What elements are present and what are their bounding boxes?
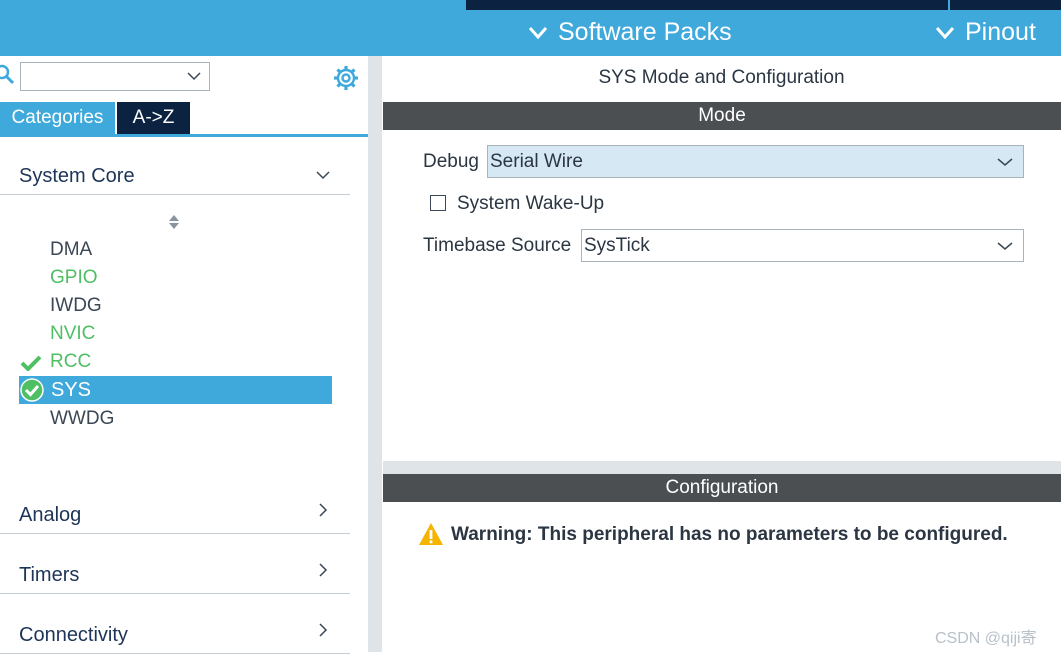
peripheral-item-wwdg[interactable]: WWDG — [50, 406, 114, 432]
gear-icon[interactable] — [332, 64, 360, 92]
warning-icon — [419, 523, 443, 545]
checkmark-icon — [20, 355, 42, 371]
check-circle-icon — [20, 378, 44, 402]
section-analog[interactable]: Analog — [0, 493, 350, 534]
chevron-down-icon — [316, 171, 330, 180]
chevron-right-icon — [319, 563, 328, 577]
chevron-down-icon — [997, 158, 1013, 166]
section-label: Analog — [19, 504, 82, 526]
system-wakeup-checkbox[interactable] — [430, 195, 446, 211]
timebase-label: Timebase Source — [423, 235, 572, 256]
pinout-menu[interactable]: Pinout — [935, 18, 1036, 47]
section-divider[interactable] — [383, 461, 1061, 474]
timebase-select[interactable]: SysTick — [581, 229, 1024, 262]
debug-value: Serial Wire — [490, 151, 583, 172]
top-tab-dark[interactable] — [466, 0, 948, 10]
chevron-right-icon — [319, 503, 328, 517]
section-label: Connectivity — [19, 624, 128, 646]
sys-label: SYS — [51, 379, 92, 401]
mode-header: Mode — [383, 102, 1061, 130]
chevron-down-icon — [528, 26, 548, 39]
search-input[interactable] — [20, 62, 210, 91]
section-label: Timers — [19, 564, 80, 586]
page-title: SYS Mode and Configuration — [598, 67, 845, 88]
pinout-label: Pinout — [965, 18, 1036, 46]
panel-splitter[interactable] — [368, 56, 382, 652]
chevron-right-icon — [319, 623, 328, 637]
section-label: System Core — [19, 165, 135, 187]
section-timers[interactable]: Timers — [0, 553, 350, 594]
search-icon[interactable] — [0, 64, 16, 86]
peripheral-item-dma[interactable]: DMA — [50, 237, 92, 263]
section-system-core[interactable]: System Core — [0, 154, 350, 195]
warning-message: Warning: This peripheral has no paramete… — [451, 524, 1008, 545]
peripheral-item-rcc[interactable]: RCC — [50, 349, 91, 375]
configuration-header: Configuration — [383, 474, 1061, 502]
watermark: CSDN @qiji寄 — [935, 630, 1037, 647]
peripheral-item-iwdg[interactable]: IWDG — [50, 293, 102, 319]
peripheral-item-nvic[interactable]: NVIC — [50, 321, 95, 347]
debug-select[interactable]: Serial Wire — [487, 145, 1024, 178]
tab-a-to-z[interactable]: A->Z — [117, 102, 190, 134]
peripheral-item-gpio[interactable]: GPIO — [50, 265, 98, 291]
system-wakeup-label: System Wake-Up — [457, 193, 605, 214]
software-packs-menu[interactable]: Software Packs — [528, 18, 732, 47]
section-connectivity[interactable]: Connectivity — [0, 613, 350, 654]
sort-icon[interactable] — [168, 213, 180, 231]
tab-categories[interactable]: Categories — [0, 102, 115, 134]
chevron-down-icon[interactable] — [187, 71, 201, 81]
peripheral-item-sys[interactable]: SYS — [19, 376, 332, 404]
top-tab-dark[interactable] — [950, 0, 1061, 10]
chevron-down-icon — [935, 26, 955, 39]
chevron-down-icon — [997, 242, 1013, 250]
sidebar-tabs: Categories A->Z — [0, 102, 368, 137]
timebase-value: SysTick — [584, 235, 650, 256]
debug-label: Debug — [423, 151, 479, 172]
top-toolbar: Software Packs Pinout — [0, 0, 1061, 56]
software-packs-label: Software Packs — [558, 18, 732, 46]
